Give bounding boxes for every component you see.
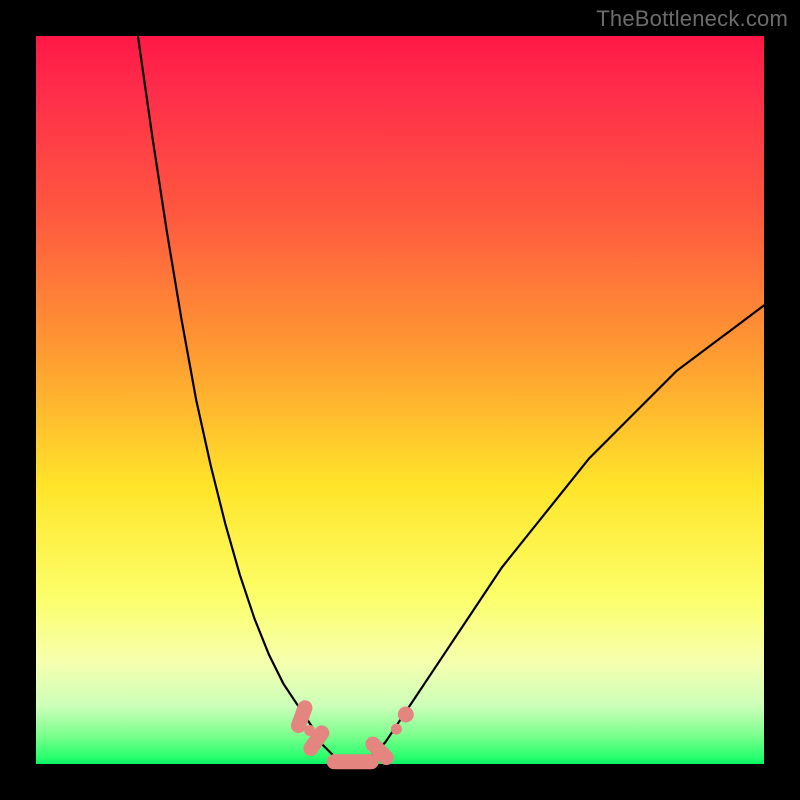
bottom-pill — [327, 754, 379, 769]
markers-group — [289, 698, 414, 769]
plot-area — [36, 36, 764, 764]
curves-svg — [36, 36, 764, 764]
left-tiny-dot — [304, 725, 315, 736]
right-dot-large — [398, 707, 414, 723]
chart-frame: TheBottleneck.com — [0, 0, 800, 800]
watermark-text: TheBottleneck.com — [596, 6, 788, 32]
right-dot-small — [391, 724, 402, 735]
left-curve — [138, 36, 320, 742]
right-curve — [385, 305, 764, 742]
